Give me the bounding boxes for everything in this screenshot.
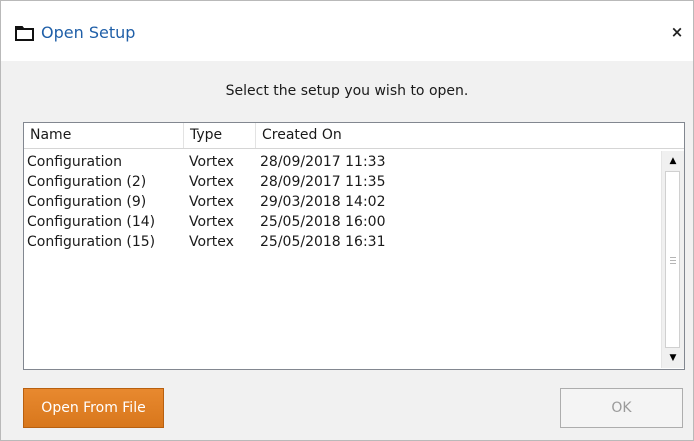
open-from-file-button[interactable]: Open From File [23, 388, 164, 428]
column-header-name[interactable]: Name [24, 123, 184, 148]
dialog-title: Open Setup [41, 23, 136, 42]
row-name: Configuration (14) [27, 214, 156, 230]
vertical-scrollbar[interactable]: ▲ ▼ [661, 151, 684, 368]
ok-button[interactable]: OK [560, 388, 683, 428]
row-created-on: 25/05/2018 16:31 [260, 234, 386, 250]
row-created-on: 25/05/2018 16:00 [260, 214, 386, 230]
list-item[interactable]: Configuration (2) Vortex 28/09/2017 11:3… [24, 172, 661, 192]
row-name: Configuration (15) [27, 234, 156, 250]
row-created-on: 28/09/2017 11:33 [260, 154, 386, 170]
close-button[interactable]: × [667, 21, 687, 43]
scroll-thumb[interactable] [665, 171, 680, 348]
row-created-on: 28/09/2017 11:35 [260, 174, 386, 190]
instruction-text: Select the setup you wish to open. [225, 83, 469, 99]
list-header: Name Type Created On [24, 123, 684, 149]
list-item[interactable]: Configuration Vortex 28/09/2017 11:33 [24, 152, 661, 172]
list-rows: Configuration Vortex 28/09/2017 11:33 Co… [24, 152, 661, 252]
grip-line [670, 263, 676, 264]
row-type: Vortex [189, 214, 234, 230]
open-setup-dialog: Open Setup × Select the setup you wish t… [0, 0, 694, 441]
row-type: Vortex [189, 174, 234, 190]
row-type: Vortex [189, 234, 234, 250]
scroll-down-arrow-icon[interactable]: ▼ [662, 348, 684, 368]
title-bar: Open Setup × [1, 1, 693, 61]
row-name: Configuration [27, 154, 122, 170]
row-created-on: 29/03/2018 14:02 [260, 194, 386, 210]
row-type: Vortex [189, 154, 234, 170]
scroll-up-arrow-icon[interactable]: ▲ [662, 151, 684, 171]
column-header-type[interactable]: Type [184, 123, 256, 148]
row-name: Configuration (2) [27, 174, 147, 190]
grip-line [670, 260, 676, 261]
list-item[interactable]: Configuration (14) Vortex 25/05/2018 16:… [24, 212, 661, 232]
list-item[interactable]: Configuration (9) Vortex 29/03/2018 14:0… [24, 192, 661, 212]
grip-line [670, 257, 676, 258]
list-item[interactable]: Configuration (15) Vortex 25/05/2018 16:… [24, 232, 661, 252]
folder-icon [15, 26, 34, 41]
setup-list[interactable]: Name Type Created On Configuration Vorte… [23, 122, 685, 370]
row-name: Configuration (9) [27, 194, 147, 210]
row-type: Vortex [189, 194, 234, 210]
column-header-created-on[interactable]: Created On [256, 123, 684, 148]
